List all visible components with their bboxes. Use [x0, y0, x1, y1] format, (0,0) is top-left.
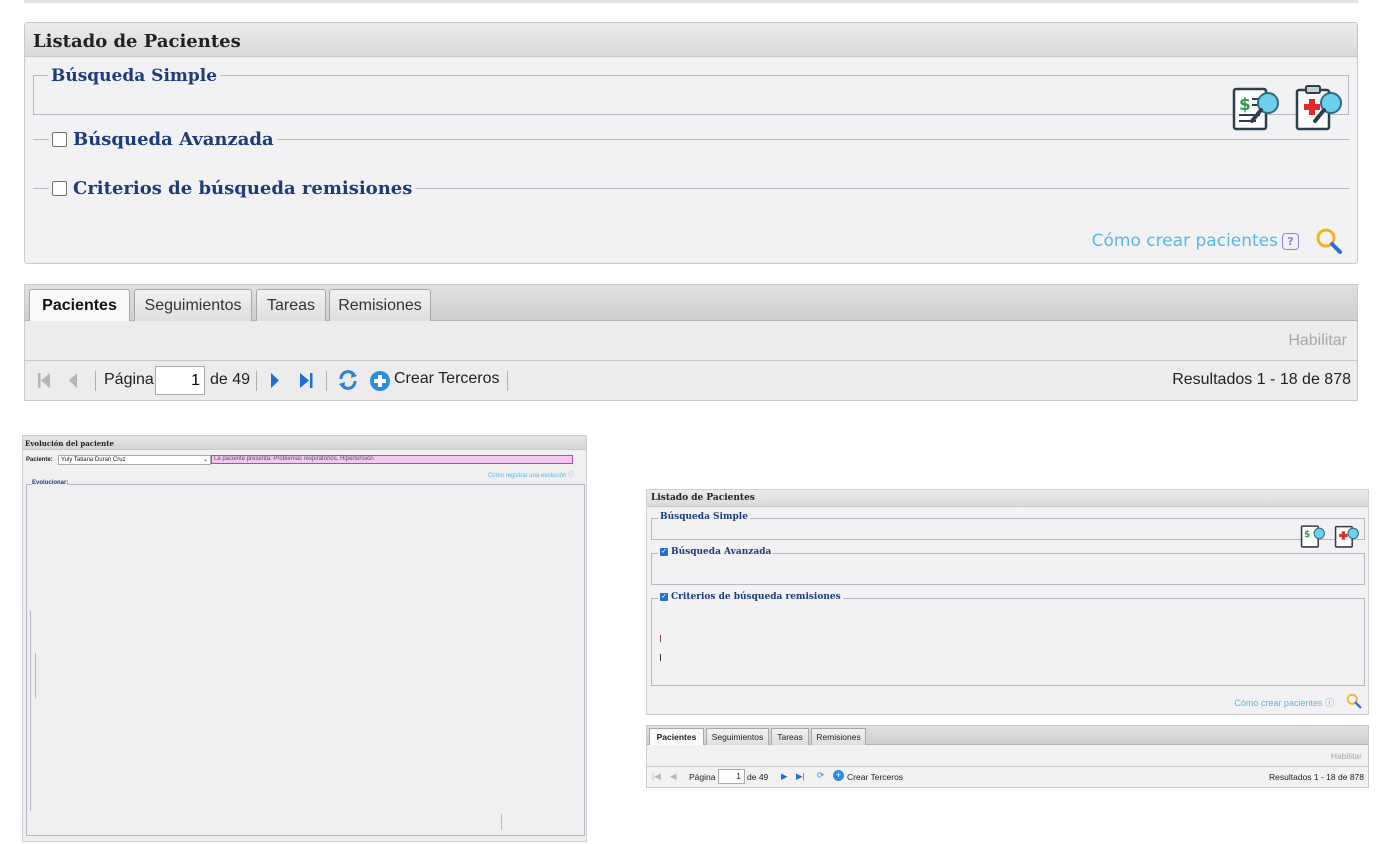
- remissions-criteria-legend: Criterios de búsqueda remisiones: [49, 178, 416, 199]
- page-input[interactable]: [155, 366, 205, 395]
- evolution-title: Evolución del paciente: [23, 436, 586, 450]
- tab-tareas[interactable]: Tareas: [771, 728, 809, 745]
- evolution-help-label: Cómo registrar una evolución: [487, 473, 567, 479]
- inner-divider: [30, 611, 31, 811]
- refresh-icon[interactable]: [337, 369, 359, 396]
- evolve-fieldset: Evolucionar:: [26, 480, 585, 836]
- patient-label: Paciente:: [26, 457, 53, 463]
- thumb-help-label: Cómo crear pacientes: [1234, 698, 1323, 708]
- next-page-icon[interactable]: ▶: [781, 771, 788, 782]
- top-divider: [24, 0, 1358, 3]
- billing-search-icon[interactable]: $: [1230, 83, 1282, 133]
- question-icon: ⓘ: [567, 473, 574, 479]
- advanced-search-label: Búsqueda Avanzada: [73, 129, 274, 150]
- simple-search-legend: Búsqueda Simple: [48, 66, 221, 86]
- patient-alert: La paciente presenta: Problemas respirat…: [211, 455, 573, 464]
- page-count: de 49: [747, 772, 769, 782]
- patient-select[interactable]: Yuly Tatiana Duran Cruz ⌄: [58, 455, 211, 465]
- patient-select-value: Yuly Tatiana Duran Cruz: [61, 457, 126, 463]
- remissions-criteria-label: Criterios de búsqueda remisiones: [73, 178, 413, 199]
- tab-tareas[interactable]: Tareas: [256, 289, 326, 321]
- results-count: Resultados 1 - 18 de 878: [1269, 772, 1364, 782]
- thumb-remissions-legend: ✓ Criterios de búsqueda remisiones: [658, 592, 843, 602]
- grid-toolbar: Habilitar: [25, 321, 1357, 361]
- first-page-icon[interactable]: |◀: [652, 771, 661, 782]
- patients-grid: Pacientes Seguimientos Tareas Remisiones…: [24, 284, 1358, 401]
- svg-text:$: $: [1304, 530, 1310, 540]
- pager-separator: [95, 371, 96, 391]
- prev-page-icon[interactable]: ◀: [670, 771, 677, 782]
- create-third-parties-button[interactable]: Crear Terceros: [394, 370, 500, 388]
- remissions-criteria-checkbox[interactable]: [52, 181, 67, 196]
- refresh-icon[interactable]: ⟳: [817, 770, 824, 781]
- thumb-pager: |◀ ◀ Página 1 de 49 ▶ ▶| ⟳ + Crear Terce…: [647, 767, 1368, 788]
- evolve-legend: Evolucionar:: [32, 480, 69, 486]
- thumb-simple-fieldset: Búsqueda Simple: [651, 512, 1365, 540]
- thumb-advanced-legend: ✓ Búsqueda Avanzada: [658, 547, 774, 557]
- evolution-thumbnail: Evolución del paciente Paciente: Yuly Ta…: [22, 435, 587, 842]
- page-input[interactable]: 1: [718, 769, 745, 784]
- tab-pacientes[interactable]: Pacientes: [649, 728, 704, 745]
- thumb-tab-bar: Pacientes Seguimientos Tareas Remisiones: [647, 726, 1368, 745]
- svg-text:$: $: [1239, 95, 1251, 115]
- expanded-list-thumbnail: Listado de Pacientes Búsqueda Simple $ ✓…: [646, 489, 1369, 715]
- thumb-remissions-label: Criterios de búsqueda remisiones: [671, 592, 841, 602]
- page-label: Página: [689, 772, 716, 782]
- last-page-icon[interactable]: [298, 372, 314, 394]
- thumb-panel-title: Listado de Pacientes: [647, 490, 1368, 507]
- field-marker: [660, 654, 661, 661]
- advanced-search-checkbox[interactable]: [52, 132, 67, 147]
- tab-remisiones[interactable]: Remisiones: [811, 728, 866, 745]
- magnifier-icon[interactable]: [1346, 693, 1362, 713]
- first-page-icon[interactable]: [37, 372, 53, 394]
- inner-divider: [35, 653, 36, 698]
- question-icon: ?: [1282, 232, 1299, 250]
- habilitar-button[interactable]: Habilitar: [1331, 751, 1362, 761]
- tab-seguimientos[interactable]: Seguimientos: [706, 728, 769, 745]
- next-page-icon[interactable]: [269, 372, 281, 394]
- thumb-help-link[interactable]: Cómo crear pacientes ⓘ: [1234, 696, 1334, 709]
- pager-separator: [256, 371, 257, 391]
- thumb-grid: Pacientes Seguimientos Tareas Remisiones…: [646, 725, 1369, 788]
- chevron-down-icon: ⌄: [202, 457, 208, 463]
- tab-remisiones[interactable]: Remisiones: [329, 289, 431, 321]
- tab-seguimientos[interactable]: Seguimientos: [134, 289, 252, 321]
- billing-search-icon[interactable]: $: [1299, 523, 1327, 553]
- thumb-remissions-fieldset: ✓ Criterios de búsqueda remisiones: [651, 592, 1365, 686]
- simple-search-fieldset: Búsqueda Simple: [33, 66, 1349, 115]
- pager-separator: [326, 371, 327, 391]
- thumb-simple-legend: Búsqueda Simple: [658, 512, 750, 522]
- last-page-icon[interactable]: ▶|: [796, 771, 805, 782]
- tab-bar: Pacientes Seguimientos Tareas Remisiones: [25, 285, 1357, 322]
- add-circle-icon[interactable]: [369, 370, 391, 397]
- question-icon: ⓘ: [1324, 698, 1334, 708]
- panel-title: Listado de Pacientes: [25, 23, 1357, 57]
- create-third-parties-button[interactable]: Crear Terceros: [847, 772, 903, 782]
- thumb-advanced-fieldset: ✓ Búsqueda Avanzada: [651, 547, 1365, 585]
- field-marker: [660, 635, 661, 642]
- advanced-search-legend: Búsqueda Avanzada: [49, 129, 277, 150]
- page-label: Página: [104, 371, 154, 388]
- tab-pacientes[interactable]: Pacientes: [29, 289, 130, 322]
- prev-page-icon[interactable]: [67, 372, 79, 394]
- pager-separator: [507, 371, 508, 391]
- patients-list-panel: Listado de Pacientes Búsqueda Simple $ B…: [24, 22, 1358, 264]
- results-count: Resultados 1 - 18 de 878: [1172, 371, 1351, 388]
- page-count: de 49: [210, 371, 251, 388]
- add-circle-icon[interactable]: +: [833, 770, 844, 781]
- evolution-help-link[interactable]: Cómo registrar una evolución ⓘ: [488, 470, 574, 479]
- remissions-checkbox-checked[interactable]: ✓: [660, 593, 668, 601]
- help-link-label: Cómo crear pacientes: [1091, 231, 1278, 251]
- pager: Página de 49 Crear Terceros Resultados 1…: [25, 361, 1357, 400]
- thumb-advanced-label: Búsqueda Avanzada: [671, 547, 772, 557]
- how-to-create-patients-link[interactable]: Cómo crear pacientes ?: [1092, 231, 1299, 251]
- clinical-search-icon[interactable]: [1333, 523, 1361, 553]
- inner-divider: [501, 814, 502, 830]
- advanced-search-checkbox-checked[interactable]: ✓: [660, 548, 668, 556]
- habilitar-button[interactable]: Habilitar: [1288, 332, 1347, 350]
- magnifier-icon[interactable]: [1315, 227, 1343, 255]
- clinical-search-icon[interactable]: [1293, 83, 1345, 133]
